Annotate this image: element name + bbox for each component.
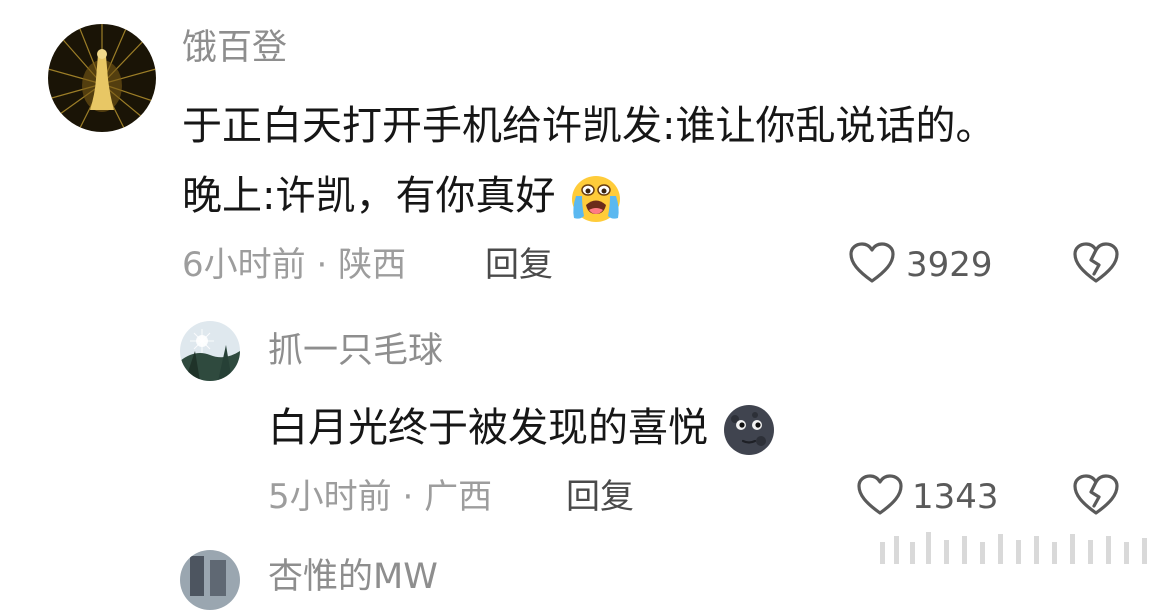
comment-time: 6小时前: [182, 245, 306, 285]
loudly-crying-face-emoji: [568, 172, 624, 224]
avatar[interactable]: [180, 550, 240, 610]
comment-meta: 6小时前 · 陕西: [182, 248, 406, 282]
broken-heart-outline-icon[interactable]: [1072, 241, 1120, 285]
new-moon-face-emoji: [721, 403, 777, 457]
comment-text-line: 晚上:许凯，有你真好: [182, 172, 624, 224]
avatar[interactable]: [180, 321, 240, 381]
comment-time: 5小时前: [268, 477, 392, 517]
comment-username[interactable]: 抓一只毛球: [268, 334, 443, 369]
heart-outline-icon[interactable]: [848, 241, 896, 285]
comment-text-line: 白月光终于被发现的喜悦: [268, 403, 777, 457]
reply-button[interactable]: 回复: [485, 248, 553, 282]
avatar[interactable]: [48, 24, 156, 132]
comment-text-segment: 晚上:许凯，有你真好: [182, 173, 556, 219]
comment-region: 陕西: [338, 245, 407, 285]
heart-outline-icon[interactable]: [856, 473, 904, 517]
meta-separator: ·: [316, 245, 328, 285]
meta-separator: ·: [402, 477, 414, 517]
broken-heart-outline-icon[interactable]: [1072, 473, 1120, 517]
like-count: 1343: [912, 477, 999, 517]
comment-meta: 5小时前 · 广西: [268, 480, 492, 514]
comment-region: 广西: [424, 477, 493, 517]
watermark: [880, 528, 1160, 568]
comment-text-line: 于正白天打开手机给许凯发:谁让你乱说话的。: [182, 103, 996, 149]
like-count: 3929: [906, 245, 993, 285]
comment-text-segment: 白月光终于被发现的喜悦: [268, 405, 708, 451]
reply-button[interactable]: 回复: [566, 480, 634, 514]
comment-username[interactable]: 饿百登: [182, 31, 287, 66]
